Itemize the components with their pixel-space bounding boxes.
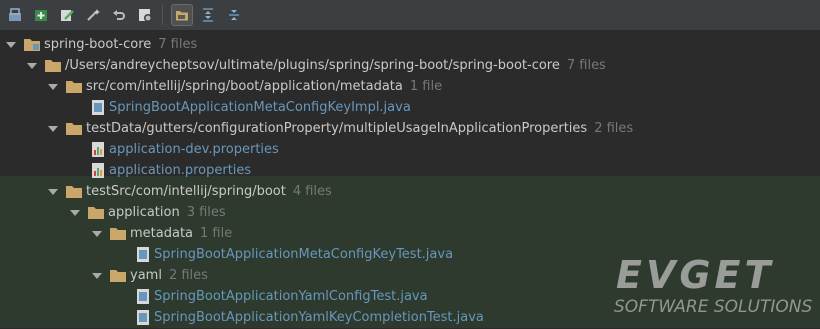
collapse-all-icon[interactable] [223,4,245,26]
group-by-directory-icon[interactable] [171,4,193,26]
properties-file-icon [91,142,105,157]
tree-node-directory[interactable]: testSrc/com/intellij/spring/boot 4 files [0,181,820,202]
tree-node-label: src/com/intellij/spring/boot/application… [86,79,403,94]
folder-icon [110,269,126,282]
file-count: 3 files [186,205,226,220]
tree-node-label: SpringBootApplicationMetaConfigKeyTest.j… [154,247,454,262]
file-count: 1 file [200,226,233,241]
chevron-down-icon[interactable] [48,187,58,197]
tree-node-label: yaml [130,268,162,283]
file-count: 4 files [292,184,332,199]
module-icon[interactable] [4,4,26,26]
file-count: 2 files [594,121,634,136]
watermark-logo: EVGET SOFTWARE SOLUTIONS [612,252,812,322]
folder-icon [66,185,82,198]
folder-icon [88,206,104,219]
tree-node-label: SpringBootApplicationYamlConfigTest.java [154,289,428,304]
folder-icon [66,122,82,135]
tree-node-directory[interactable]: metadata 1 file [0,223,820,244]
chevron-down-icon[interactable] [27,61,37,71]
edit-icon[interactable] [56,4,78,26]
tree-node-label: SpringBootApplicationMetaConfigKeyImpl.j… [109,100,411,115]
tree-node-label: SpringBootApplicationYamlKeyCompletionTe… [154,310,484,325]
chevron-down-icon[interactable] [48,124,58,134]
tree-node-label: testData/gutters/configurationProperty/m… [86,121,588,136]
tree-node-label: testSrc/com/intellij/spring/boot [86,184,286,199]
file-count: 7 files [566,58,606,73]
file-count: 7 files [158,37,198,52]
tree-node-label: metadata [130,226,194,241]
add-icon[interactable] [30,4,52,26]
java-file-icon [136,247,150,262]
tree-node-file[interactable]: SpringBootApplicationMetaConfigKeyImpl.j… [0,97,820,118]
tree-node-label: /Users/andreycheptsov/ultimate/plugins/s… [65,58,560,73]
java-file-icon [136,289,150,304]
tree-node-directory[interactable]: testData/gutters/configurationProperty/m… [0,118,820,139]
tree-node-directory[interactable]: application 3 files [0,202,820,223]
chevron-down-icon[interactable] [6,40,16,50]
settings-icon[interactable] [134,4,156,26]
magic-wand-icon[interactable] [82,4,104,26]
java-file-icon [136,310,150,325]
folder-icon [110,227,126,240]
tree-node-directory[interactable]: src/com/intellij/spring/boot/application… [0,76,820,97]
watermark-brand: EVGET [616,253,774,297]
tree-node-label: application.properties [109,163,252,178]
tree-node-label: application [108,205,180,220]
java-file-icon [91,100,105,115]
tree-node-directory[interactable]: /Users/andreycheptsov/ultimate/plugins/s… [0,55,820,76]
chevron-down-icon[interactable] [70,208,80,218]
module-folder-icon [24,38,40,51]
tree-node-label: spring-boot-core [44,37,152,52]
expand-all-icon[interactable] [197,4,219,26]
chevron-down-icon[interactable] [92,271,102,281]
tree-node-file[interactable]: application.properties [0,160,820,181]
toolbar-separator [162,5,163,25]
folder-icon [45,59,61,72]
properties-file-icon [91,163,105,178]
file-count: 2 files [168,268,208,283]
watermark-tagline: SOFTWARE SOLUTIONS [614,297,812,317]
tree-node-file[interactable]: application-dev.properties [0,139,820,160]
tree-node-root[interactable]: spring-boot-core 7 files [0,34,820,55]
toolbar [0,0,820,30]
file-count: 1 file [409,79,443,94]
folder-icon [66,80,82,93]
chevron-down-icon[interactable] [48,82,58,92]
undo-icon[interactable] [108,4,130,26]
tree-node-label: application-dev.properties [109,142,279,157]
chevron-down-icon[interactable] [92,229,102,239]
